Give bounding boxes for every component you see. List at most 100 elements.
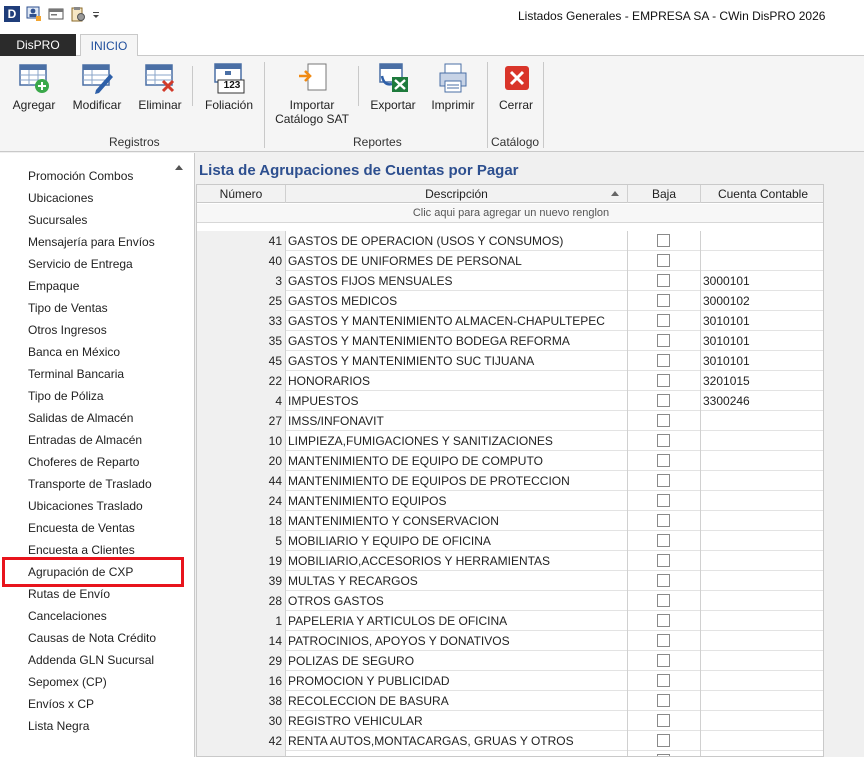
- table-row[interactable]: 27 IMSS/INFONAVIT: [197, 411, 823, 431]
- baja-checkbox[interactable]: [657, 394, 670, 407]
- baja-checkbox[interactable]: [657, 254, 670, 267]
- cell-descripcion[interactable]: GASTOS Y MANTENIMIENTO SUC TIJUANA: [286, 351, 628, 371]
- cell-descripcion[interactable]: RECOLECCION DE BASURA: [286, 691, 628, 711]
- cell-cuenta-contable[interactable]: 3010101: [701, 311, 823, 331]
- cell-cuenta-contable[interactable]: [701, 511, 823, 531]
- sidebar-item[interactable]: Encuesta a Clientes: [28, 543, 135, 557]
- cell-descripcion[interactable]: OTROS GASTOS: [286, 591, 628, 611]
- baja-checkbox[interactable]: [657, 414, 670, 427]
- cell-cuenta-contable[interactable]: [701, 751, 823, 756]
- cell-cuenta-contable[interactable]: [701, 231, 823, 251]
- baja-checkbox[interactable]: [657, 354, 670, 367]
- baja-checkbox[interactable]: [657, 734, 670, 747]
- cell-cuenta-contable[interactable]: [701, 611, 823, 631]
- sidebar-item[interactable]: Lista Negra: [28, 719, 89, 733]
- baja-checkbox[interactable]: [657, 374, 670, 387]
- cell-numero[interactable]: 24: [197, 491, 286, 511]
- baja-checkbox[interactable]: [657, 574, 670, 587]
- cell-numero[interactable]: 1: [197, 611, 286, 631]
- sidebar-item[interactable]: Banca en México: [28, 345, 120, 359]
- baja-checkbox[interactable]: [657, 334, 670, 347]
- baja-checkbox[interactable]: [657, 554, 670, 567]
- cell-descripcion[interactable]: LIMPIEZA,FUMIGACIONES Y SANITIZACIONES: [286, 431, 628, 451]
- sidebar-item[interactable]: Transporte de Traslado: [28, 477, 152, 491]
- cell-cuenta-contable[interactable]: 3300246: [701, 391, 823, 411]
- cell-numero[interactable]: 41: [197, 231, 286, 251]
- cell-descripcion[interactable]: GASTOS MEDICOS: [286, 291, 628, 311]
- app-icon[interactable]: D: [4, 6, 20, 22]
- cell-cuenta-contable[interactable]: [701, 631, 823, 651]
- imprimir-button[interactable]: Imprimir: [426, 62, 480, 112]
- foliacion-button[interactable]: 123 Foliación: [200, 62, 258, 112]
- table-row[interactable]: 42 RENTA AUTOS,MONTACARGAS, GRUAS Y OTROS: [197, 731, 823, 751]
- cell-descripcion[interactable]: PAPELERIA Y ARTICULOS DE OFICINA: [286, 611, 628, 631]
- cell-cuenta-contable[interactable]: [701, 491, 823, 511]
- customize-dropdown-icon[interactable]: [92, 6, 100, 22]
- baja-checkbox[interactable]: [657, 234, 670, 247]
- cell-cuenta-contable[interactable]: [701, 251, 823, 271]
- cell-numero[interactable]: 30: [197, 711, 286, 731]
- cell-descripcion[interactable]: HONORARIOS: [286, 371, 628, 391]
- cell-descripcion[interactable]: PROMOCION Y PUBLICIDAD: [286, 671, 628, 691]
- sidebar-item[interactable]: Empaque: [28, 279, 79, 293]
- cell-numero[interactable]: 4: [197, 391, 286, 411]
- baja-checkbox[interactable]: [657, 294, 670, 307]
- agregar-button[interactable]: Agregar: [8, 62, 60, 112]
- cell-descripcion[interactable]: REGISTRO VEHICULAR: [286, 711, 628, 731]
- cell-cuenta-contable[interactable]: [701, 531, 823, 551]
- window-icon[interactable]: [48, 6, 64, 22]
- sidebar-item[interactable]: Rutas de Envío: [28, 587, 110, 601]
- cell-numero[interactable]: 29: [197, 651, 286, 671]
- cell-numero[interactable]: 22: [197, 371, 286, 391]
- baja-checkbox[interactable]: [657, 654, 670, 667]
- cell-cuenta-contable[interactable]: [701, 431, 823, 451]
- baja-checkbox[interactable]: [657, 614, 670, 627]
- baja-checkbox[interactable]: [657, 634, 670, 647]
- table-row[interactable]: 24 MANTENIMIENTO EQUIPOS: [197, 491, 823, 511]
- table-row[interactable]: 39 MULTAS Y RECARGOS: [197, 571, 823, 591]
- sidebar-item[interactable]: Tipo de Ventas: [28, 301, 108, 315]
- baja-checkbox[interactable]: [657, 274, 670, 287]
- cell-cuenta-contable[interactable]: [701, 691, 823, 711]
- sidebar-item[interactable]: Sucursales: [28, 213, 87, 227]
- table-row[interactable]: 3 GASTOS FIJOS MENSUALES 3000101: [197, 271, 823, 291]
- cell-cuenta-contable[interactable]: [701, 551, 823, 571]
- sidebar-item[interactable]: Mensajería para Envíos: [28, 235, 155, 249]
- cell-cuenta-contable[interactable]: 3201015: [701, 371, 823, 391]
- cell-numero[interactable]: 5: [197, 531, 286, 551]
- cell-cuenta-contable[interactable]: 3010101: [701, 331, 823, 351]
- cell-descripcion[interactable]: GASTOS DE UNIFORMES DE PERSONAL: [286, 251, 628, 271]
- sidebar-item[interactable]: Salidas de Almacén: [28, 411, 133, 425]
- baja-checkbox[interactable]: [657, 434, 670, 447]
- table-row[interactable]: 44 MANTENIMIENTO DE EQUIPOS DE PROTECCION: [197, 471, 823, 491]
- table-row[interactable]: 45 GASTOS Y MANTENIMIENTO SUC TIJUANA 3010…: [197, 351, 823, 371]
- cell-cuenta-contable[interactable]: [701, 411, 823, 431]
- clipboard-settings-icon[interactable]: [70, 6, 86, 22]
- table-row[interactable]: 38 RECOLECCION DE BASURA: [197, 691, 823, 711]
- sidebar-item[interactable]: Promoción Combos: [28, 169, 133, 183]
- cell-cuenta-contable[interactable]: [701, 731, 823, 751]
- cell-descripcion[interactable]: MOBILIARIO,ACCESORIOS Y HERRAMIENTAS: [286, 551, 628, 571]
- table-row[interactable]: 22 HONORARIOS 3201015: [197, 371, 823, 391]
- scroll-up-icon[interactable]: [175, 165, 183, 170]
- table-row[interactable]: 25 GASTOS MEDICOS 3000102: [197, 291, 823, 311]
- sidebar-item[interactable]: Addenda GLN Sucursal: [28, 653, 154, 667]
- cell-numero[interactable]: 33: [197, 311, 286, 331]
- sidebar-item[interactable]: Servicio de Entrega: [28, 257, 133, 271]
- column-header-numero[interactable]: Número: [197, 185, 286, 203]
- cell-numero[interactable]: 3: [197, 271, 286, 291]
- cell-cuenta-contable[interactable]: [701, 571, 823, 591]
- table-row[interactable]: 5 MOBILIARIO Y EQUIPO DE OFICINA: [197, 531, 823, 551]
- cell-numero[interactable]: 40: [197, 251, 286, 271]
- cell-descripcion[interactable]: MULTAS Y RECARGOS: [286, 571, 628, 591]
- cell-descripcion[interactable]: IMPUESTOS: [286, 391, 628, 411]
- cell-descripcion[interactable]: GASTOS Y MANTENIMIENTO BODEGA REFORMA: [286, 331, 628, 351]
- baja-checkbox[interactable]: [657, 534, 670, 547]
- cell-descripcion[interactable]: RENTA AUTOS,MONTACARGAS, GRUAS Y OTROS: [286, 731, 628, 751]
- baja-checkbox[interactable]: [657, 494, 670, 507]
- sidebar-item[interactable]: Choferes de Reparto: [28, 455, 139, 469]
- table-row[interactable]: 35 GASTOS Y MANTENIMIENTO BODEGA REFORMA 3…: [197, 331, 823, 351]
- cell-cuenta-contable[interactable]: 3000101: [701, 271, 823, 291]
- table-row[interactable]: 30 REGISTRO VEHICULAR: [197, 711, 823, 731]
- table-row[interactable]: 16 PROMOCION Y PUBLICIDAD: [197, 671, 823, 691]
